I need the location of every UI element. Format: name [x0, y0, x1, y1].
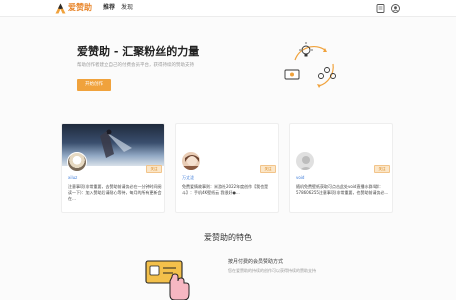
- nav-discover[interactable]: 发现: [121, 3, 133, 13]
- nav-recommend[interactable]: 推荐: [103, 3, 115, 13]
- creator-avatar[interactable]: [181, 151, 201, 171]
- default-avatar-icon: [296, 152, 314, 170]
- creator-name[interactable]: 万丈泷: [182, 175, 194, 181]
- brand-name[interactable]: 爱赞助: [68, 2, 92, 14]
- start-creating-button[interactable]: 开始创作: [77, 79, 111, 91]
- top-navbar: 爱赞助 推荐 发现: [0, 0, 456, 17]
- creator-description: 注意事项(非常重要，去赞助前请务必在一分钟时间阅读一下)：加入赞助后请耐心等待，…: [68, 184, 162, 201]
- notes-icon[interactable]: [376, 4, 385, 13]
- membership-card-illustration: [145, 260, 190, 300]
- user-icon[interactable]: [391, 4, 400, 13]
- follow-button[interactable]: 关注: [374, 165, 390, 173]
- creator-card[interactable]: 关注 万丈泷 免费爱情故事则：米游社2022年度创作【我也是斗】：手机4K壁纸云…: [175, 123, 279, 213]
- lightbulb-icon: [299, 42, 313, 57]
- hero-title: 爱赞助 - 汇聚粉丝的力量: [77, 45, 200, 58]
- money-icon: [284, 69, 300, 80]
- feature-heading: 按月付费的会员赞助方式: [228, 259, 284, 265]
- creator-description: 免费爱情故事则：米游社2022年度创作【我也是斗】：手机4K壁纸云 我很好●..…: [182, 184, 269, 195]
- hero-subtitle: 帮助创作者建立自己的付费会员平台，获得持续的赞助支持: [77, 63, 194, 68]
- logo-icon[interactable]: [55, 3, 66, 14]
- creator-card[interactable]: 关注 xiluz 注意事项(非常重要，去赞助前请务必在一分钟时间阅读一下)：加入…: [61, 123, 165, 213]
- community-illustration: [284, 42, 336, 88]
- features-title: 爱赞助的特色: [204, 233, 252, 242]
- creator-name[interactable]: xiluz: [68, 175, 77, 181]
- creator-avatar[interactable]: [67, 152, 87, 172]
- follow-button[interactable]: 关注: [260, 165, 276, 173]
- creator-description: 随机免费壁纸获取可点击此处void直播水群4群：578606255注意事项(非常…: [296, 184, 389, 195]
- follow-button[interactable]: 关注: [146, 165, 162, 173]
- creator-card[interactable]: 关注 void 随机免费壁纸获取可点击此处void直播水群4群：57860625…: [289, 123, 393, 213]
- creator-avatar[interactable]: [295, 151, 315, 171]
- creator-name[interactable]: void: [296, 175, 304, 181]
- feature-description: 您在爱赞助的持续的创作可以获得持续的赞助支持: [228, 268, 316, 273]
